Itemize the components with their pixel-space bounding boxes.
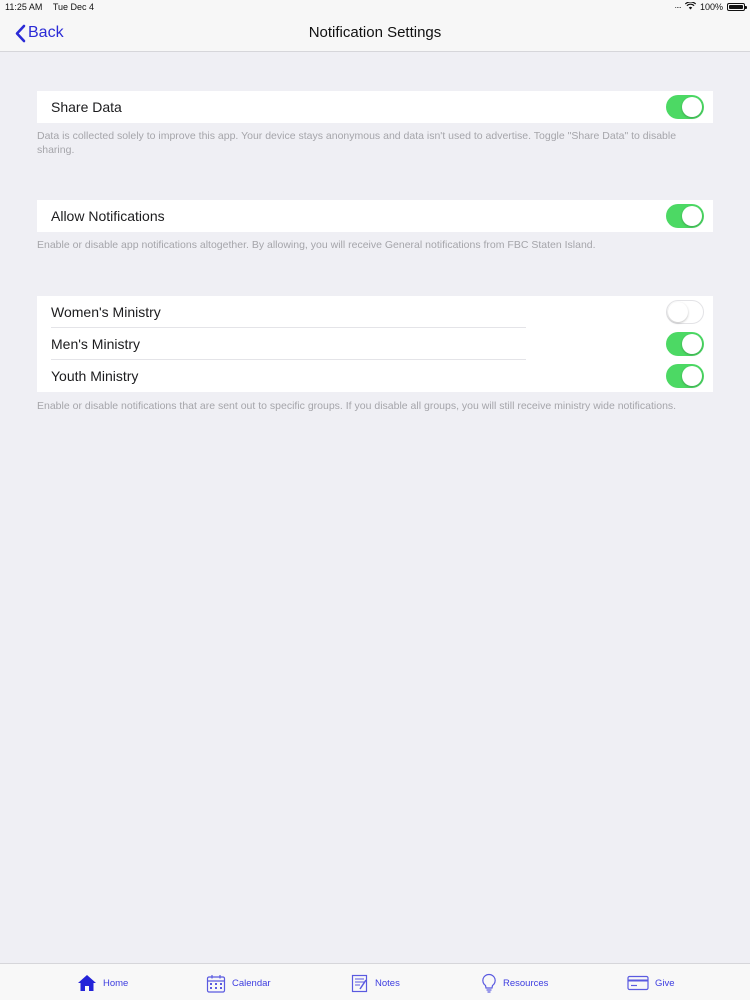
- ministry-groups-group: Women's Ministry Men's Ministry Youth Mi…: [37, 296, 713, 392]
- womens-ministry-toggle[interactable]: [666, 300, 704, 324]
- calendar-icon: [206, 974, 226, 993]
- navigation-bar: Back Notification Settings: [0, 14, 750, 52]
- tab-bar: Home Calendar Notes Resources Give: [0, 963, 750, 1000]
- signal-dots-icon: ····: [674, 2, 682, 12]
- tab-label: Home: [103, 977, 129, 989]
- group-label: Women's Ministry: [51, 304, 161, 320]
- page-title: Notification Settings: [308, 24, 442, 41]
- mens-ministry-toggle[interactable]: [666, 332, 704, 356]
- tab-home[interactable]: Home: [77, 973, 128, 993]
- notes-icon: [351, 974, 368, 992]
- allow-notifications-toggle[interactable]: [666, 204, 704, 228]
- share-data-row: Share Data: [37, 91, 713, 123]
- tab-calendar[interactable]: Calendar: [206, 973, 271, 993]
- status-date: Tue Dec 4: [52, 2, 95, 12]
- group-row-mens-ministry: Men's Ministry: [37, 328, 713, 360]
- status-bar: 11:25 AM Tue Dec 4 ···· 100%: [0, 0, 750, 14]
- group-row-womens-ministry: Women's Ministry: [37, 296, 713, 328]
- group-row-youth-ministry: Youth Ministry: [37, 360, 713, 392]
- allow-notifications-group: Allow Notifications: [37, 200, 713, 232]
- tab-label: Give: [655, 977, 675, 989]
- wifi-icon: [684, 1, 697, 12]
- credit-card-icon: [627, 975, 649, 991]
- group-label: Men's Ministry: [51, 336, 141, 352]
- allow-notifications-footer: Enable or disable app notifications alto…: [37, 239, 596, 251]
- youth-ministry-toggle[interactable]: [666, 364, 704, 388]
- tab-give[interactable]: Give: [627, 973, 675, 993]
- share-data-footer: Data is collected solely to improve this…: [37, 130, 677, 156]
- share-data-label: Share Data: [51, 99, 122, 115]
- ministry-groups-footer: Enable or disable notifications that are…: [37, 400, 677, 412]
- allow-notifications-row: Allow Notifications: [37, 200, 713, 232]
- battery-percent: 100%: [699, 2, 723, 12]
- lightbulb-icon: [482, 973, 496, 993]
- allow-notifications-label: Allow Notifications: [51, 208, 165, 224]
- battery-icon: [727, 3, 747, 11]
- group-label: Youth Ministry: [51, 368, 139, 384]
- tab-label: Calendar: [232, 977, 271, 989]
- tab-notes[interactable]: Notes: [351, 973, 400, 993]
- notification-settings-screen: 11:25 AM Tue Dec 4 ···· 100% Back Notifi…: [0, 0, 750, 1000]
- tab-label: Resources: [503, 977, 549, 989]
- share-data-group: Share Data: [37, 91, 713, 123]
- share-data-toggle[interactable]: [666, 95, 704, 119]
- status-time: 11:25 AM: [5, 2, 43, 12]
- tab-label: Notes: [375, 977, 400, 989]
- home-icon: [78, 975, 96, 991]
- tab-resources[interactable]: Resources: [481, 973, 548, 993]
